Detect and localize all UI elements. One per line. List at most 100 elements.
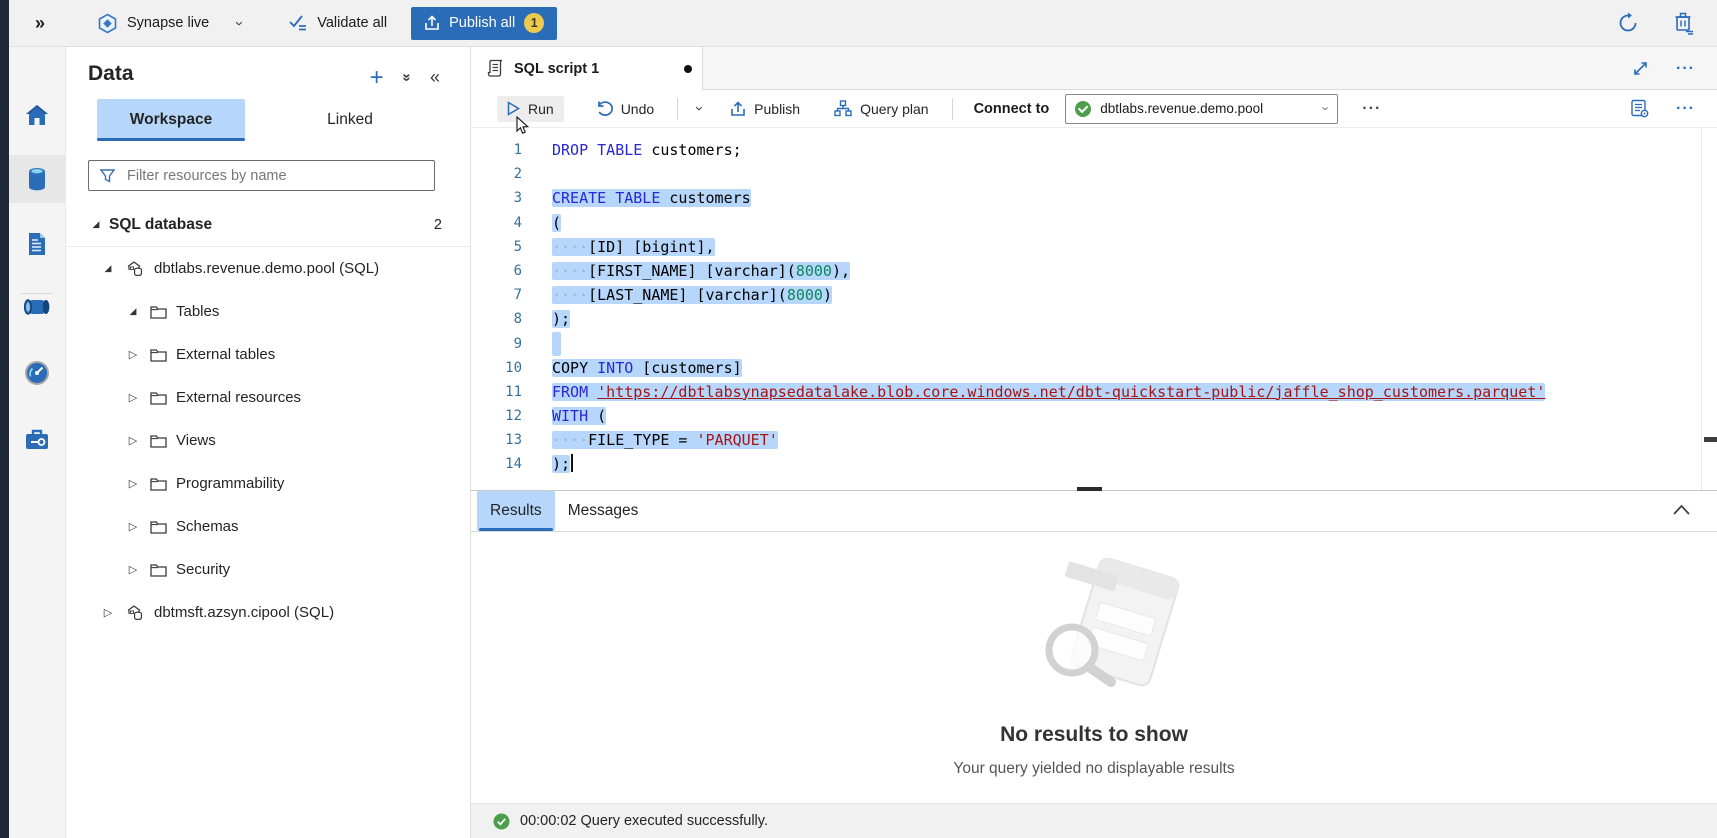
collapsed-triangle-icon[interactable]: ▷ xyxy=(126,434,140,447)
collapse-results-icon[interactable] xyxy=(1672,503,1691,516)
tree-item-dbtlabs-revenue-demo-pool-sql[interactable]: ◢dbtlabs.revenue.demo.pool (SQL) xyxy=(66,247,470,290)
collapsed-triangle-icon[interactable]: ▷ xyxy=(126,563,140,576)
refresh-icon[interactable] xyxy=(1617,12,1639,34)
code-line-3[interactable]: 3CREATE TABLE customers xyxy=(471,186,1701,210)
nav-manage[interactable] xyxy=(9,415,65,463)
expanded-triangle-icon[interactable]: ◢ xyxy=(89,219,103,230)
code-line-2[interactable]: 2 xyxy=(471,162,1701,186)
branch-selector[interactable]: Synapse live xyxy=(97,13,209,34)
panel-tab-bar: Workspace Linked xyxy=(66,99,470,141)
code-line-8[interactable]: 8); xyxy=(471,307,1701,331)
code-line-7[interactable]: 7····[LAST_NAME] [varchar](8000) xyxy=(471,283,1701,307)
collapsed-triangle-icon[interactable]: ▷ xyxy=(126,391,140,404)
tree-item-external-resources[interactable]: ▷External resources xyxy=(66,376,470,419)
toolbar-separator xyxy=(952,98,953,120)
connect-to-label: Connect to xyxy=(974,101,1050,117)
code-line-11[interactable]: 11FROM 'https://dbtlabsynapsedatalake.bl… xyxy=(471,380,1701,404)
tab-linked[interactable]: Linked xyxy=(286,99,414,141)
left-edge-strip xyxy=(0,0,9,838)
tree-item-views[interactable]: ▷Views xyxy=(66,419,470,462)
expand-editor-icon[interactable] xyxy=(1632,60,1649,77)
undo-button[interactable]: Undo xyxy=(586,96,664,122)
tree-item-dbtmsft-azsyn-cipool-sql[interactable]: ▷dbtmsft.azsyn.cipool (SQL) xyxy=(66,591,470,634)
collapsed-triangle-icon[interactable]: ▷ xyxy=(101,606,115,619)
hide-panel-icon[interactable]: « xyxy=(430,67,440,88)
filter-resources-input[interactable] xyxy=(125,167,434,185)
publish-icon xyxy=(424,15,440,31)
data-icon xyxy=(25,166,49,192)
top-command-bar: » Synapse live › Validate all Publish al… xyxy=(9,0,1717,47)
validate-all-label: Validate all xyxy=(317,15,387,31)
data-explorer-panel: Data + » « Workspace Linked ◢SQL databas… xyxy=(66,47,471,838)
editor-more-icon[interactable]: ··· xyxy=(1676,100,1695,118)
tab-messages[interactable]: Messages xyxy=(555,491,652,531)
filter-resources-box xyxy=(88,160,435,191)
tab-results[interactable]: Results xyxy=(477,491,555,531)
query-plan-button[interactable]: Query plan xyxy=(824,95,938,122)
collapsed-triangle-icon[interactable]: ▷ xyxy=(126,477,140,490)
tab-workspace[interactable]: Workspace xyxy=(97,99,245,141)
rail-divider xyxy=(21,293,53,294)
undo-dropdown-chevron-icon[interactable]: › xyxy=(691,106,708,111)
code-line-1[interactable]: 1DROP TABLE customers; xyxy=(471,138,1701,162)
run-icon xyxy=(507,101,520,116)
nav-monitor[interactable] xyxy=(9,349,65,397)
no-results-subtitle: Your query yielded no displayable result… xyxy=(471,760,1717,778)
expanded-triangle-icon[interactable]: ◢ xyxy=(126,306,140,317)
status-bar: 00:00:02 Query executed successfully. xyxy=(471,803,1717,838)
tab-title: SQL script 1 xyxy=(514,61,599,77)
editor-scrollbar-track[interactable] xyxy=(1701,128,1702,490)
toolbar-separator xyxy=(677,98,678,120)
tab-more-icon[interactable]: ··· xyxy=(1676,60,1695,78)
synapse-logo-icon xyxy=(97,13,118,34)
branch-chevron-icon[interactable]: › xyxy=(231,21,248,26)
code-line-14[interactable]: 14); xyxy=(471,452,1701,476)
nav-integrate[interactable] xyxy=(9,283,65,331)
left-nav-rail xyxy=(9,47,66,838)
expand-nav-icon[interactable]: » xyxy=(35,13,45,34)
tree-item-security[interactable]: ▷Security xyxy=(66,548,470,591)
code-line-9[interactable]: 9 xyxy=(471,332,1701,356)
validate-all-button[interactable]: Validate all xyxy=(288,14,387,32)
code-line-12[interactable]: 12WITH ( xyxy=(471,404,1701,428)
tree-item-sql-database[interactable]: ◢SQL database2 xyxy=(66,203,470,247)
code-line-6[interactable]: 6····[FIRST_NAME] [varchar](8000), xyxy=(471,259,1701,283)
publish-doc-icon xyxy=(730,101,746,117)
tree-item-external-tables[interactable]: ▷External tables xyxy=(66,333,470,376)
expanded-triangle-icon[interactable]: ◢ xyxy=(101,263,115,274)
code-line-13[interactable]: 13····FILE_TYPE = 'PARQUET' xyxy=(471,428,1701,452)
resource-tree: ◢SQL database2◢dbtlabs.revenue.demo.pool… xyxy=(66,203,470,634)
code-line-5[interactable]: 5····[ID] [bigint], xyxy=(471,235,1701,259)
nav-develop[interactable] xyxy=(9,220,65,268)
folder-icon xyxy=(150,477,167,491)
undo-icon xyxy=(596,101,613,117)
folder-icon xyxy=(150,348,167,362)
develop-icon xyxy=(25,231,49,257)
nav-home[interactable] xyxy=(9,91,65,139)
code-line-10[interactable]: 10COPY INTO [customers] xyxy=(471,356,1701,380)
toolbar-more-icon[interactable]: ··· xyxy=(1362,100,1381,118)
add-resource-icon[interactable]: + xyxy=(370,69,384,87)
connection-dropdown[interactable]: dbtlabs.revenue.demo.pool › xyxy=(1065,94,1338,124)
tab-sql-script-1[interactable]: SQL script 1 xyxy=(471,47,703,90)
tree-item-schemas[interactable]: ▷Schemas xyxy=(66,505,470,548)
properties-icon[interactable] xyxy=(1630,99,1649,118)
query-plan-icon xyxy=(834,100,852,117)
publish-all-button[interactable]: Publish all 1 xyxy=(411,7,557,40)
discard-all-icon[interactable] xyxy=(1673,11,1695,35)
collapse-all-icon[interactable]: » xyxy=(398,73,415,81)
tree-item-tables[interactable]: ◢Tables xyxy=(66,290,470,333)
run-button[interactable]: Run xyxy=(497,96,564,122)
no-results-title: No results to show xyxy=(471,723,1717,747)
nav-data[interactable] xyxy=(9,155,65,203)
editor-scrollbar-mark[interactable] xyxy=(1704,437,1717,442)
status-message: 00:00:02 Query executed successfully. xyxy=(520,813,768,829)
collapsed-triangle-icon[interactable]: ▷ xyxy=(126,520,140,533)
manage-icon xyxy=(23,426,51,452)
folder-icon xyxy=(150,520,167,534)
tree-item-programmability[interactable]: ▷Programmability xyxy=(66,462,470,505)
sql-code-editor[interactable]: 1DROP TABLE customers;23CREATE TABLE cus… xyxy=(471,128,1701,490)
code-line-4[interactable]: 4( xyxy=(471,211,1701,235)
publish-button[interactable]: Publish xyxy=(720,96,810,122)
collapsed-triangle-icon[interactable]: ▷ xyxy=(126,348,140,361)
